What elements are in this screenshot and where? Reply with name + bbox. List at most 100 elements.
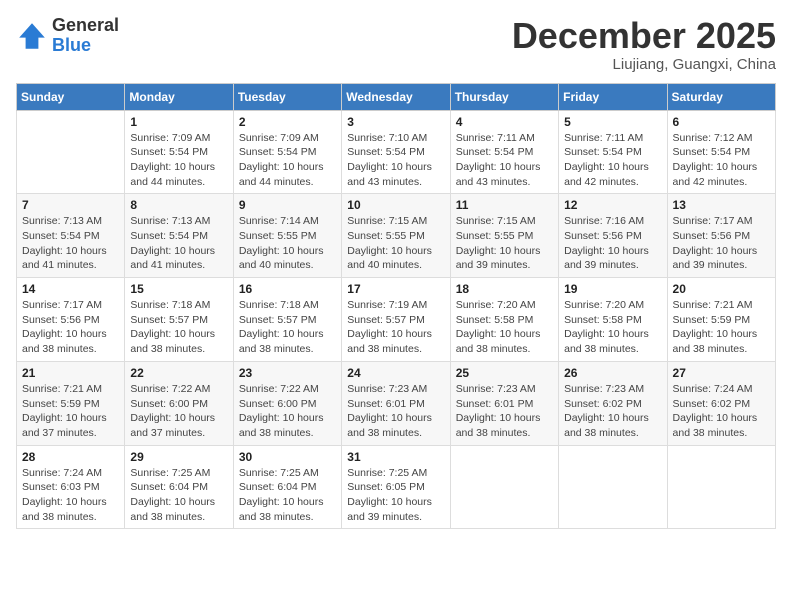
calendar-week-row: 7 Sunrise: 7:13 AM Sunset: 5:54 PM Daylig… xyxy=(17,194,776,278)
day-info: Sunrise: 7:12 AM Sunset: 5:54 PM Dayligh… xyxy=(673,131,770,190)
calendar-table: SundayMondayTuesdayWednesdayThursdayFrid… xyxy=(16,83,776,530)
title-block: December 2025 Liujiang, Guangxi, China xyxy=(512,16,776,73)
day-info: Sunrise: 7:16 AM Sunset: 5:56 PM Dayligh… xyxy=(564,214,661,273)
day-number: 6 xyxy=(673,115,770,129)
day-info: Sunrise: 7:21 AM Sunset: 5:59 PM Dayligh… xyxy=(22,382,119,441)
calendar-cell: 1 Sunrise: 7:09 AM Sunset: 5:54 PM Daylig… xyxy=(125,110,233,194)
day-info: Sunrise: 7:22 AM Sunset: 6:00 PM Dayligh… xyxy=(239,382,336,441)
calendar-cell: 4Sunrise: 7:11 AM Sunset: 5:54 PM Daylig… xyxy=(450,110,558,194)
logo-text: General Blue xyxy=(52,16,119,56)
calendar-cell xyxy=(559,445,667,529)
weekday-header: Saturday xyxy=(667,83,775,110)
day-info: Sunrise: 7:19 AM Sunset: 5:57 PM Dayligh… xyxy=(347,298,444,357)
day-number: 29 xyxy=(130,450,227,464)
day-number: 3 xyxy=(347,115,444,129)
day-number: 19 xyxy=(564,282,661,296)
day-number: 27 xyxy=(673,366,770,380)
day-info: Sunrise: 7:21 AM Sunset: 5:59 PM Dayligh… xyxy=(673,298,770,357)
day-number: 23 xyxy=(239,366,336,380)
day-number: 17 xyxy=(347,282,444,296)
month-title: December 2025 xyxy=(512,16,776,56)
day-number: 24 xyxy=(347,366,444,380)
day-number: 14 xyxy=(22,282,119,296)
calendar-week-row: 1 Sunrise: 7:09 AM Sunset: 5:54 PM Daylig… xyxy=(17,110,776,194)
day-info: Sunrise: 7:15 AM Sunset: 5:55 PM Dayligh… xyxy=(347,214,444,273)
calendar-cell: 23 Sunrise: 7:22 AM Sunset: 6:00 PM Dayli… xyxy=(233,361,341,445)
weekday-header: Friday xyxy=(559,83,667,110)
calendar-cell xyxy=(17,110,125,194)
day-number: 12 xyxy=(564,198,661,212)
day-number: 18 xyxy=(456,282,553,296)
day-number: 16 xyxy=(239,282,336,296)
calendar-cell: 22 Sunrise: 7:22 AM Sunset: 6:00 PM Dayli… xyxy=(125,361,233,445)
day-info: Sunrise: 7:23 AM Sunset: 6:01 PM Dayligh… xyxy=(456,382,553,441)
calendar-header-row: SundayMondayTuesdayWednesdayThursdayFrid… xyxy=(17,83,776,110)
day-info: Sunrise: 7:15 AM Sunset: 5:55 PM Dayligh… xyxy=(456,214,553,273)
day-info: Sunrise: 7:11 AM Sunset: 5:54 PM Dayligh… xyxy=(564,131,661,190)
day-info: Sunrise: 7:20 AM Sunset: 5:58 PM Dayligh… xyxy=(456,298,553,357)
weekday-header: Sunday xyxy=(17,83,125,110)
calendar-week-row: 28Sunrise: 7:24 AM Sunset: 6:03 PM Dayli… xyxy=(17,445,776,529)
day-info: Sunrise: 7:13 AM Sunset: 5:54 PM Dayligh… xyxy=(22,214,119,273)
calendar-cell: 15 Sunrise: 7:18 AM Sunset: 5:57 PM Dayli… xyxy=(125,278,233,362)
logo-general-text: General xyxy=(52,16,119,36)
calendar-cell: 3 Sunrise: 7:10 AM Sunset: 5:54 PM Daylig… xyxy=(342,110,450,194)
calendar-cell: 11 Sunrise: 7:15 AM Sunset: 5:55 PM Dayli… xyxy=(450,194,558,278)
day-info: Sunrise: 7:25 AM Sunset: 6:04 PM Dayligh… xyxy=(130,466,227,525)
calendar-cell: 29 Sunrise: 7:25 AM Sunset: 6:04 PM Dayli… xyxy=(125,445,233,529)
day-info: Sunrise: 7:20 AM Sunset: 5:58 PM Dayligh… xyxy=(564,298,661,357)
calendar-cell: 20 Sunrise: 7:21 AM Sunset: 5:59 PM Dayli… xyxy=(667,278,775,362)
day-info: Sunrise: 7:23 AM Sunset: 6:01 PM Dayligh… xyxy=(347,382,444,441)
day-number: 5 xyxy=(564,115,661,129)
day-number: 7 xyxy=(22,198,119,212)
day-number: 22 xyxy=(130,366,227,380)
day-info: Sunrise: 7:24 AM Sunset: 6:02 PM Dayligh… xyxy=(673,382,770,441)
day-info: Sunrise: 7:13 AM Sunset: 5:54 PM Dayligh… xyxy=(130,214,227,273)
calendar-cell xyxy=(450,445,558,529)
day-info: Sunrise: 7:09 AM Sunset: 5:54 PM Dayligh… xyxy=(239,131,336,190)
calendar-cell: 26Sunrise: 7:23 AM Sunset: 6:02 PM Dayli… xyxy=(559,361,667,445)
weekday-header: Monday xyxy=(125,83,233,110)
calendar-cell: 13 Sunrise: 7:17 AM Sunset: 5:56 PM Dayli… xyxy=(667,194,775,278)
day-number: 9 xyxy=(239,198,336,212)
calendar-cell: 6 Sunrise: 7:12 AM Sunset: 5:54 PM Daylig… xyxy=(667,110,775,194)
day-info: Sunrise: 7:22 AM Sunset: 6:00 PM Dayligh… xyxy=(130,382,227,441)
day-number: 21 xyxy=(22,366,119,380)
day-number: 8 xyxy=(130,198,227,212)
day-info: Sunrise: 7:17 AM Sunset: 5:56 PM Dayligh… xyxy=(673,214,770,273)
calendar-cell: 12 Sunrise: 7:16 AM Sunset: 5:56 PM Dayli… xyxy=(559,194,667,278)
calendar-cell: 16Sunrise: 7:18 AM Sunset: 5:57 PM Dayli… xyxy=(233,278,341,362)
calendar-cell: 25 Sunrise: 7:23 AM Sunset: 6:01 PM Dayli… xyxy=(450,361,558,445)
day-number: 20 xyxy=(673,282,770,296)
calendar-week-row: 21 Sunrise: 7:21 AM Sunset: 5:59 PM Dayli… xyxy=(17,361,776,445)
day-number: 2 xyxy=(239,115,336,129)
day-info: Sunrise: 7:10 AM Sunset: 5:54 PM Dayligh… xyxy=(347,131,444,190)
calendar-cell: 21 Sunrise: 7:21 AM Sunset: 5:59 PM Dayli… xyxy=(17,361,125,445)
calendar-cell: 17 Sunrise: 7:19 AM Sunset: 5:57 PM Dayli… xyxy=(342,278,450,362)
day-number: 4 xyxy=(456,115,553,129)
calendar-cell: 2 Sunrise: 7:09 AM Sunset: 5:54 PM Daylig… xyxy=(233,110,341,194)
day-info: Sunrise: 7:14 AM Sunset: 5:55 PM Dayligh… xyxy=(239,214,336,273)
day-number: 11 xyxy=(456,198,553,212)
day-info: Sunrise: 7:18 AM Sunset: 5:57 PM Dayligh… xyxy=(130,298,227,357)
day-info: Sunrise: 7:25 AM Sunset: 6:05 PM Dayligh… xyxy=(347,466,444,525)
day-number: 13 xyxy=(673,198,770,212)
calendar-cell: 31 Sunrise: 7:25 AM Sunset: 6:05 PM Dayli… xyxy=(342,445,450,529)
day-number: 31 xyxy=(347,450,444,464)
weekday-header: Thursday xyxy=(450,83,558,110)
calendar-cell: 5 Sunrise: 7:11 AM Sunset: 5:54 PM Daylig… xyxy=(559,110,667,194)
day-number: 10 xyxy=(347,198,444,212)
day-info: Sunrise: 7:09 AM Sunset: 5:54 PM Dayligh… xyxy=(130,131,227,190)
day-number: 1 xyxy=(130,115,227,129)
weekday-header: Wednesday xyxy=(342,83,450,110)
logo: General Blue xyxy=(16,16,119,56)
calendar-cell: 8 Sunrise: 7:13 AM Sunset: 5:54 PM Daylig… xyxy=(125,194,233,278)
calendar-cell: 7 Sunrise: 7:13 AM Sunset: 5:54 PM Daylig… xyxy=(17,194,125,278)
logo-icon xyxy=(16,20,48,52)
day-number: 25 xyxy=(456,366,553,380)
day-number: 15 xyxy=(130,282,227,296)
calendar-cell: 24 Sunrise: 7:23 AM Sunset: 6:01 PM Dayli… xyxy=(342,361,450,445)
calendar-cell: 28Sunrise: 7:24 AM Sunset: 6:03 PM Dayli… xyxy=(17,445,125,529)
day-info: Sunrise: 7:25 AM Sunset: 6:04 PM Dayligh… xyxy=(239,466,336,525)
day-info: Sunrise: 7:23 AM Sunset: 6:02 PM Dayligh… xyxy=(564,382,661,441)
